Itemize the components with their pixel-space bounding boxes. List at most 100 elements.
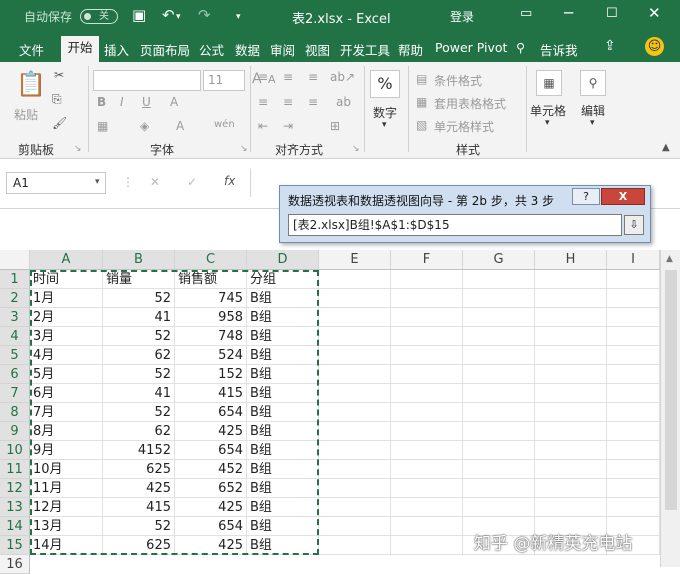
cell[interactable] [319, 498, 391, 517]
cell[interactable] [607, 403, 660, 422]
cell[interactable] [463, 327, 535, 346]
cell[interactable]: B组 [247, 327, 319, 346]
select-all-corner[interactable] [0, 250, 30, 270]
cell[interactable]: B组 [247, 365, 319, 384]
cell[interactable]: 62 [103, 346, 175, 365]
cell[interactable] [319, 327, 391, 346]
cell[interactable] [535, 270, 607, 289]
cell[interactable]: B组 [247, 460, 319, 479]
cell[interactable] [607, 270, 660, 289]
cell[interactable]: B组 [247, 422, 319, 441]
cell[interactable]: 152 [175, 365, 247, 384]
cell[interactable] [535, 403, 607, 422]
cell[interactable] [607, 365, 660, 384]
cell[interactable]: 分组 [247, 270, 319, 289]
cell[interactable] [391, 384, 463, 403]
cell[interactable] [463, 384, 535, 403]
tab-developer[interactable]: 开发工具 [340, 40, 390, 59]
cell[interactable]: 8月 [30, 422, 103, 441]
font-launcher-icon[interactable]: ↘ [240, 144, 248, 154]
cell[interactable]: 425 [103, 479, 175, 498]
customize-qat-icon[interactable]: ▾ [236, 12, 241, 22]
cell[interactable] [319, 270, 391, 289]
cell[interactable]: 1月 [30, 289, 103, 308]
expand-dialog-icon[interactable]: ⇩ [624, 215, 644, 235]
row-header[interactable]: 9 [0, 422, 30, 441]
font-color-a-icon[interactable]: A [170, 95, 178, 109]
cell[interactable] [463, 498, 535, 517]
cell[interactable] [319, 460, 391, 479]
cell[interactable] [607, 422, 660, 441]
feedback-smiley-icon[interactable]: ☺ [645, 37, 664, 56]
column-header-h[interactable]: H [535, 250, 607, 270]
cell[interactable] [391, 422, 463, 441]
increase-indent-icon[interactable]: ⇥ [283, 119, 293, 133]
cell[interactable]: 5月 [30, 365, 103, 384]
font-size-combo[interactable]: 11 [203, 70, 245, 91]
cell[interactable]: 销量 [103, 270, 175, 289]
column-header-a[interactable]: A [30, 250, 103, 270]
ribbon-display-options-icon[interactable]: ▭ [520, 6, 532, 21]
align-bottom-icon[interactable]: ≡ [308, 70, 318, 84]
clipboard-launcher-icon[interactable]: ↘ [74, 144, 82, 154]
cell[interactable]: 452 [175, 460, 247, 479]
cell[interactable]: 425 [175, 498, 247, 517]
column-header-c[interactable]: C [175, 250, 247, 270]
cell[interactable]: 652 [175, 479, 247, 498]
cell[interactable]: 425 [175, 536, 247, 555]
maximize-icon[interactable]: ☐ [606, 6, 618, 21]
cell[interactable]: 415 [103, 498, 175, 517]
cell[interactable]: 3月 [30, 327, 103, 346]
font-color-icon[interactable]: A [176, 119, 184, 133]
number-dropdown-icon[interactable]: ▾ [382, 120, 387, 130]
cell[interactable] [391, 270, 463, 289]
cell[interactable]: B组 [247, 384, 319, 403]
cell[interactable] [391, 365, 463, 384]
cell[interactable] [391, 289, 463, 308]
close-window-icon[interactable]: ✕ [648, 4, 661, 22]
tab-data[interactable]: 数据 [235, 40, 260, 59]
row-header[interactable]: 6 [0, 365, 30, 384]
align-middle-icon[interactable]: ≡ [283, 70, 293, 84]
cell[interactable]: 时间 [30, 270, 103, 289]
cell[interactable]: 52 [103, 365, 175, 384]
cell[interactable] [391, 327, 463, 346]
cell[interactable] [463, 365, 535, 384]
bold-button[interactable]: B [97, 95, 106, 109]
cell[interactable]: 销售额 [175, 270, 247, 289]
cell[interactable] [463, 422, 535, 441]
cell-style-icon[interactable]: ▧ [416, 118, 427, 132]
cell[interactable] [607, 289, 660, 308]
editing-button[interactable]: 编辑 [581, 102, 605, 119]
cell[interactable]: 625 [103, 460, 175, 479]
login-link[interactable]: 登录 [450, 8, 474, 25]
cell[interactable] [319, 346, 391, 365]
collapse-ribbon-icon[interactable]: ▲ [662, 142, 670, 153]
cell[interactable] [535, 289, 607, 308]
cell[interactable] [463, 308, 535, 327]
dialog-close-button[interactable]: X [601, 188, 645, 205]
font-name-combo[interactable] [93, 70, 201, 91]
cell[interactable] [535, 384, 607, 403]
tell-me-box[interactable]: 告诉我 [540, 40, 578, 59]
cell[interactable]: B组 [247, 441, 319, 460]
row-header[interactable]: 15 [0, 536, 30, 555]
cells-button[interactable]: 单元格 [530, 102, 566, 119]
cells-dropdown-icon[interactable]: ▾ [545, 118, 550, 128]
cell[interactable] [535, 422, 607, 441]
cell[interactable] [319, 289, 391, 308]
column-header-g[interactable]: G [463, 250, 535, 270]
minimize-icon[interactable]: ─ [564, 4, 573, 22]
cell[interactable]: B组 [247, 517, 319, 536]
cell[interactable] [319, 403, 391, 422]
cell[interactable] [607, 498, 660, 517]
cell[interactable] [391, 536, 463, 555]
row-header[interactable]: 8 [0, 403, 30, 422]
cell[interactable]: B组 [247, 289, 319, 308]
cell[interactable]: 7月 [30, 403, 103, 422]
cell[interactable] [535, 441, 607, 460]
cells-icon[interactable]: ▦ [536, 70, 562, 96]
cell[interactable]: 52 [103, 327, 175, 346]
cell[interactable] [391, 441, 463, 460]
paste-icon[interactable]: 📋 [16, 70, 46, 98]
